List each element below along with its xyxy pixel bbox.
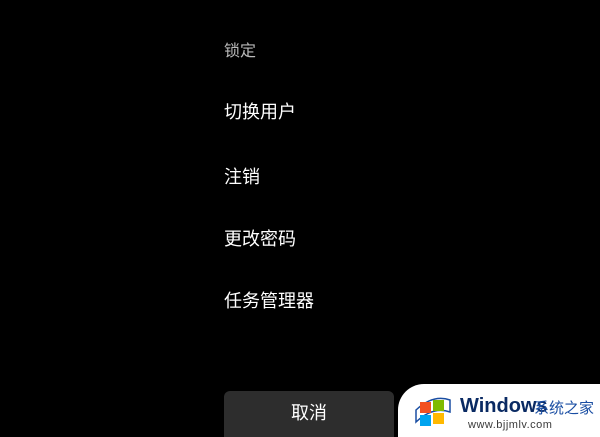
site-watermark: Windows 系统之家 www.bjjmlv.com [398, 384, 600, 437]
watermark-url: www.bjjmlv.com [468, 419, 553, 431]
menu-item-change-password[interactable]: 更改密码 [224, 228, 296, 252]
watermark-brand-cn: 系统之家 [534, 399, 595, 417]
menu-item-sign-out[interactable]: 注销 [224, 166, 260, 190]
menu-item-lock[interactable]: 锁定 [224, 39, 256, 63]
cancel-button[interactable]: 取消 [224, 391, 394, 437]
windows-logo-icon [415, 397, 451, 426]
ctrl-alt-del-screen: 锁定 切换用户 注销 更改密码 任务管理器 取消 Windows 系统之家 ww… [0, 0, 600, 437]
menu-item-task-manager[interactable]: 任务管理器 [224, 290, 314, 314]
menu-item-switch-user[interactable]: 切换用户 [224, 101, 296, 125]
security-options-menu: 锁定 切换用户 注销 更改密码 任务管理器 [224, 0, 444, 340]
